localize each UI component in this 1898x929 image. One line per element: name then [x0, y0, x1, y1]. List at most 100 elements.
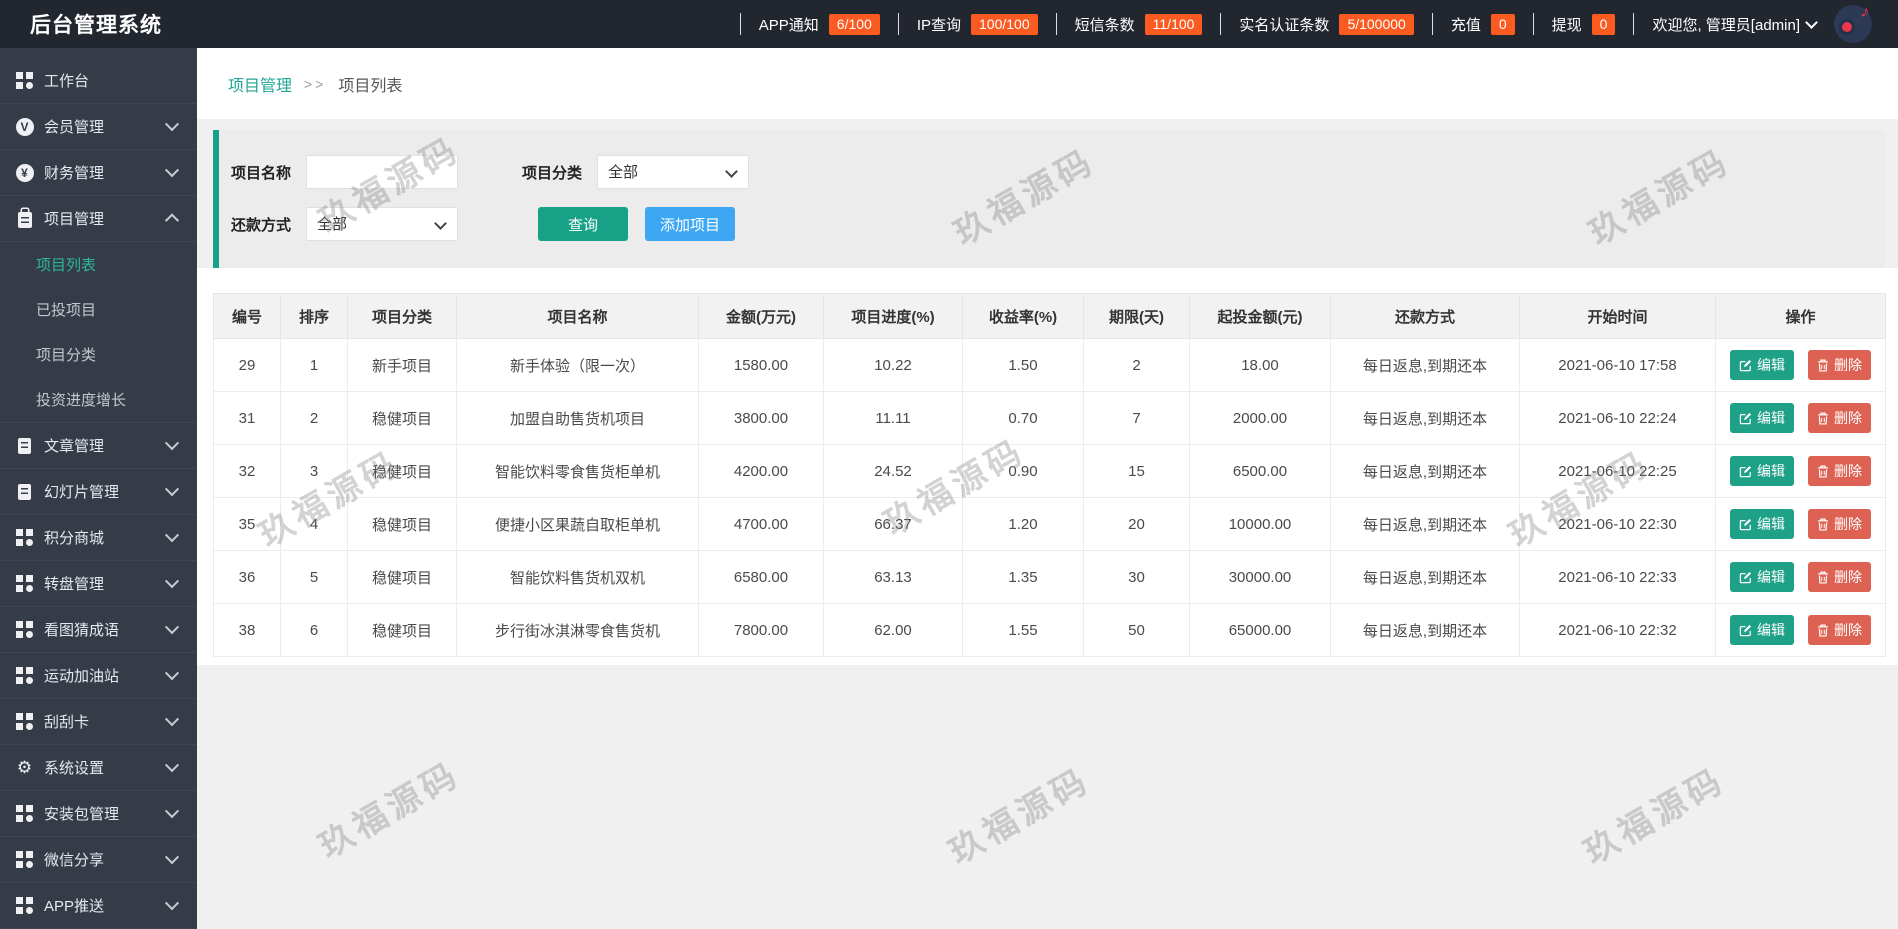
category-select[interactable]: 全部	[597, 155, 749, 189]
cell-amount: 1580.00	[698, 338, 824, 392]
sidebar-item-7[interactable]: 转盘管理	[0, 561, 197, 607]
sidebar-item-12[interactable]: 安装包管理	[0, 791, 197, 837]
sidebar-item-9[interactable]: 运动加油站	[0, 653, 197, 699]
table-row: 29 1 新手项目 新手体验（限一次） 1580.00 10.22 1.50 2 18.00 每日…	[213, 338, 1886, 392]
chevron-down-icon	[164, 573, 180, 588]
sidebar-item-label: 看图猜成语	[44, 622, 120, 639]
grid-icon	[15, 529, 34, 546]
edit-button[interactable]: 编辑	[1730, 403, 1794, 433]
main-content: 项目管理 >> 项目列表 项目名称 项目分类 全部 还款方式 全部 查询 添加项…	[197, 48, 1898, 665]
cell-actions: 编辑 删除	[1715, 603, 1886, 657]
delete-button[interactable]: 删除	[1808, 562, 1871, 592]
table-row: 36 5 稳健项目 智能饮料售货机双机 6580.00 63.13 1.35 30 30000.…	[213, 550, 1886, 604]
watermark: 玖福源码	[942, 761, 1097, 872]
edit-button[interactable]: 编辑	[1730, 509, 1794, 539]
breadcrumb: 项目管理 >> 项目列表	[197, 48, 1898, 119]
add-project-button[interactable]: 添加项目	[645, 207, 735, 241]
avatar[interactable]	[1834, 5, 1872, 43]
topbar-stat-0[interactable]: APP通知 6/100	[759, 13, 880, 35]
slides-icon	[15, 483, 34, 500]
sidebar-item-label: 项目管理	[44, 211, 105, 228]
topbar: 后台管理系统 APP通知 6/100 IP查询 100/100 短信条数 11/…	[0, 0, 1898, 48]
edit-button[interactable]: 编辑	[1730, 562, 1794, 592]
topbar-stat-1[interactable]: IP查询 100/100	[917, 13, 1038, 35]
watermark: 玖福源码	[1577, 761, 1732, 872]
search-button[interactable]: 查询	[538, 207, 628, 241]
delete-button[interactable]: 删除	[1808, 509, 1871, 539]
chevron-down-icon	[164, 895, 180, 910]
header-cell: 项目进度(%)	[823, 293, 963, 339]
grid-icon	[15, 575, 34, 592]
sidebar: 工作台 V 会员管理 ¥ 财务管理 项目管理 项目列表 已投项目 项目分类 投资…	[0, 48, 197, 929]
trash-icon	[1818, 624, 1828, 637]
cell-repay: 每日返息,到期还本	[1330, 550, 1520, 604]
cell-start: 2021-06-10 22:32	[1519, 603, 1716, 657]
cell-category: 稳健项目	[347, 550, 457, 604]
topbar-stat-badge: 100/100	[971, 13, 1038, 35]
welcome-text: 欢迎您, 管理员[admin]	[1652, 16, 1800, 34]
cell-days: 2	[1083, 338, 1190, 392]
sidebar-subitem-1[interactable]: 已投项目	[0, 287, 197, 332]
delete-button[interactable]: 删除	[1808, 403, 1871, 433]
topbar-stat-3[interactable]: 实名认证条数 5/100000	[1239, 13, 1414, 35]
sidebar-item-5[interactable]: 幻灯片管理	[0, 469, 197, 515]
table-row: 32 3 稳健项目 智能饮料零食售货柜单机 4200.00 24.52 0.90 15 6500…	[213, 444, 1886, 498]
cell-id: 38	[213, 603, 281, 657]
sidebar-item-10[interactable]: 刮刮卡	[0, 699, 197, 745]
project-name-label: 项目名称	[231, 164, 292, 182]
topbar-stat-2[interactable]: 短信条数 11/100	[1075, 13, 1203, 35]
chevron-down-icon	[164, 435, 180, 450]
delete-button[interactable]: 删除	[1808, 615, 1871, 645]
grid-icon	[15, 72, 34, 89]
topbar-separator	[1220, 13, 1222, 35]
topbar-stat-4[interactable]: 充值 0	[1451, 13, 1515, 35]
header-cell: 期限(天)	[1083, 293, 1190, 339]
cell-min_invest: 65000.00	[1189, 603, 1331, 657]
breadcrumb-section-link[interactable]: 项目管理	[228, 72, 292, 96]
sidebar-item-6[interactable]: 积分商城	[0, 515, 197, 561]
cell-days: 20	[1083, 497, 1190, 551]
cell-rate: 1.55	[962, 603, 1084, 657]
sidebar-item-2[interactable]: ¥ 财务管理	[0, 150, 197, 196]
sidebar-item-13[interactable]: 微信分享	[0, 837, 197, 883]
delete-button[interactable]: 删除	[1808, 456, 1871, 486]
cell-min_invest: 6500.00	[1189, 444, 1331, 498]
trash-icon	[1818, 412, 1828, 425]
sidebar-item-8[interactable]: 看图猜成语	[0, 607, 197, 653]
cell-rate: 1.35	[962, 550, 1084, 604]
sidebar-item-1[interactable]: V 会员管理	[0, 104, 197, 150]
topbar-stat-badge: 6/100	[828, 13, 880, 35]
cell-order: 3	[280, 444, 348, 498]
sidebar-item-3[interactable]: 项目管理	[0, 196, 197, 242]
header-cell: 项目分类	[347, 293, 457, 339]
sidebar-item-4[interactable]: 文章管理	[0, 423, 197, 469]
cell-start: 2021-06-10 22:24	[1519, 391, 1716, 445]
sidebar-subitem-2[interactable]: 项目分类	[0, 332, 197, 377]
project-name-input[interactable]	[306, 155, 458, 189]
chevron-down-icon	[164, 527, 180, 542]
trash-icon	[1818, 571, 1828, 584]
sidebar-subitem-0[interactable]: 项目列表	[0, 242, 197, 287]
topbar-separator	[739, 13, 741, 35]
repay-method-select[interactable]: 全部	[306, 207, 458, 241]
cell-id: 31	[213, 391, 281, 445]
cell-rate: 0.70	[962, 391, 1084, 445]
cell-id: 36	[213, 550, 281, 604]
header-cell: 金额(万元)	[698, 293, 824, 339]
welcome-dropdown[interactable]: 欢迎您, 管理员[admin]	[1652, 14, 1818, 35]
sidebar-item-0[interactable]: 工作台	[0, 58, 197, 104]
topbar-stat-5[interactable]: 提现 0	[1552, 13, 1616, 35]
cell-order: 2	[280, 391, 348, 445]
edit-button[interactable]: 编辑	[1730, 350, 1794, 380]
sidebar-item-14[interactable]: APP推送	[0, 883, 197, 929]
cell-name: 便捷小区果蔬自取柜单机	[456, 497, 699, 551]
trash-icon	[1818, 518, 1828, 531]
table-row: 35 4 稳健项目 便捷小区果蔬自取柜单机 4700.00 66.37 1.20 20 1000…	[213, 497, 1886, 551]
edit-button[interactable]: 编辑	[1730, 456, 1794, 486]
edit-button[interactable]: 编辑	[1730, 615, 1794, 645]
cell-name: 加盟自助售货机项目	[456, 391, 699, 445]
sidebar-subitem-label: 项目列表	[36, 257, 97, 274]
sidebar-item-11[interactable]: ⚙ 系统设置	[0, 745, 197, 791]
sidebar-subitem-3[interactable]: 投资进度增长	[0, 377, 197, 422]
delete-button[interactable]: 删除	[1808, 350, 1871, 380]
